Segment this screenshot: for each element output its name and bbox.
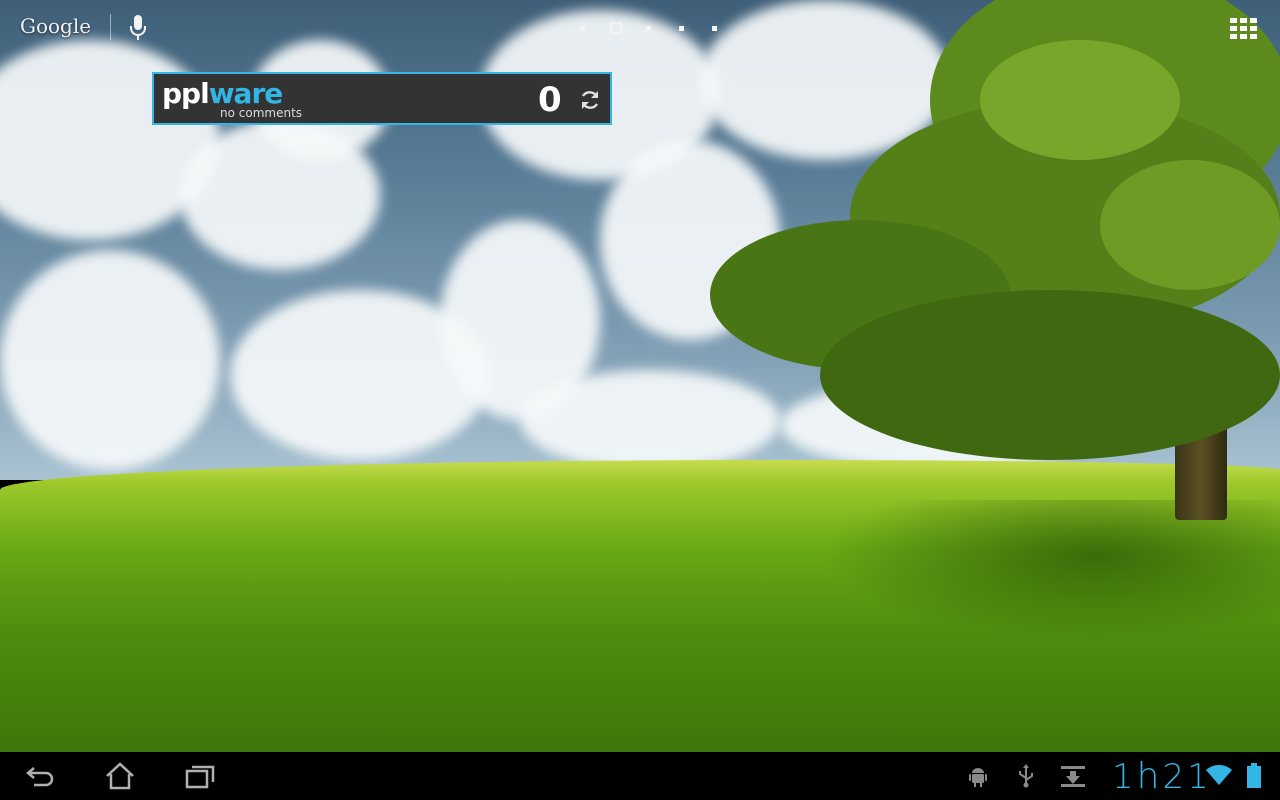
page-dot[interactable] xyxy=(698,20,731,36)
tree-canopy xyxy=(980,40,1180,160)
refresh-icon[interactable] xyxy=(578,88,602,112)
tree-canopy xyxy=(1100,160,1280,290)
tree-shadow xyxy=(820,500,1280,640)
clock-h: h xyxy=(1136,756,1163,797)
search-divider xyxy=(110,14,111,40)
recent-apps-icon[interactable] xyxy=(180,760,220,792)
page-dot[interactable] xyxy=(566,20,599,36)
google-search-label[interactable]: Google xyxy=(20,14,91,38)
apps-grid-icon[interactable] xyxy=(1230,18,1258,39)
status-clock[interactable]: 1h21 xyxy=(1112,756,1212,797)
home-icon[interactable] xyxy=(100,760,140,792)
pplware-widget[interactable]: pplware no comments 0 xyxy=(152,72,612,125)
battery-icon[interactable] xyxy=(1246,763,1262,789)
logo-primary: ppl xyxy=(162,77,210,110)
tree-canopy xyxy=(820,290,1280,460)
microphone-icon[interactable] xyxy=(128,14,148,42)
page-dot[interactable] xyxy=(599,20,632,36)
usb-icon[interactable] xyxy=(1016,764,1036,788)
cloud xyxy=(520,370,780,470)
page-dot[interactable] xyxy=(665,20,698,36)
comment-count: 0 xyxy=(538,80,562,120)
android-debug-icon[interactable] xyxy=(966,764,990,788)
navigation-bar xyxy=(0,752,1280,800)
pplware-logo: pplware xyxy=(162,77,283,110)
cloud xyxy=(0,250,220,470)
wifi-icon[interactable] xyxy=(1205,764,1233,786)
back-icon[interactable] xyxy=(20,760,60,792)
clock-hour: 1 xyxy=(1112,757,1137,797)
widget-subtitle: no comments xyxy=(220,106,303,120)
page-indicator xyxy=(566,20,731,36)
page-dot[interactable] xyxy=(632,20,665,36)
download-icon[interactable] xyxy=(1060,764,1086,788)
